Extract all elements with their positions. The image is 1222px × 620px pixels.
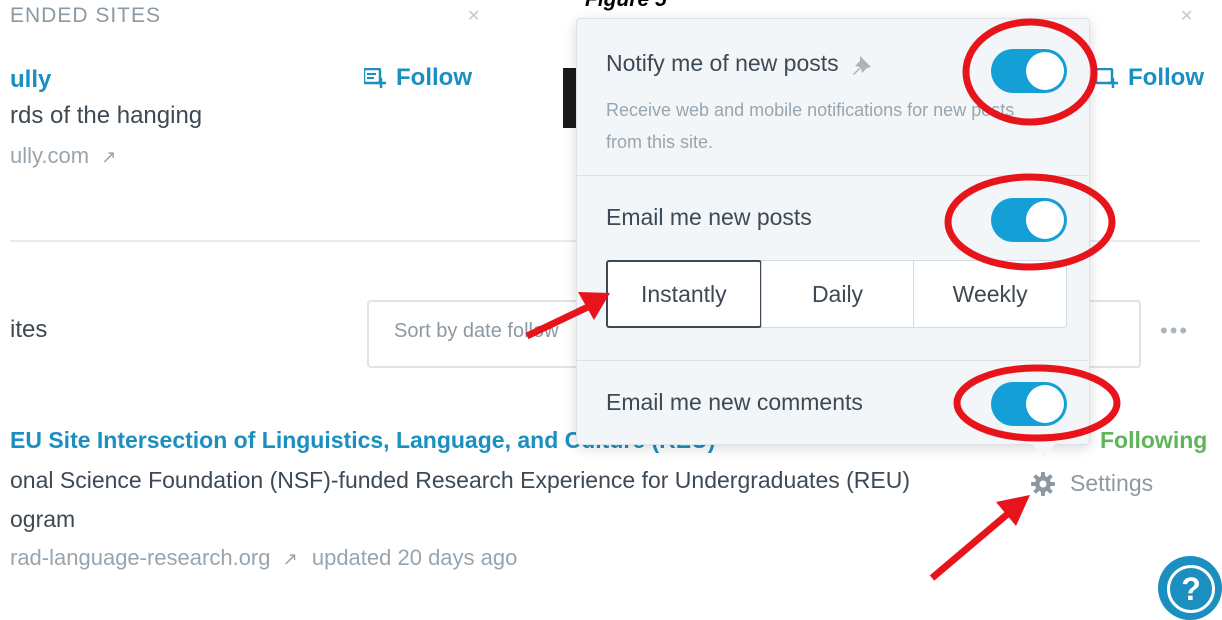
updated-text: updated 20 days ago [311,545,518,570]
popover-divider [577,175,1087,176]
followed-sites-title: ites [10,316,48,343]
external-link-icon: ↗ [101,147,117,167]
popover-divider [577,360,1087,361]
follow-button-label: Follow [396,64,472,91]
toggle-knob [1026,52,1064,90]
frequency-segmented-control: Instantly Daily Weekly [606,260,1067,328]
recommended-sites-heading: ENDED SITES [10,4,162,27]
sort-select-label: Sort by date follow [394,320,559,342]
site-meta: rad-language-research.org ↗ updated 20 d… [10,545,517,571]
notify-description: Receive web and mobile notifications for… [606,100,1015,152]
frequency-daily[interactable]: Daily [760,261,914,327]
site-description-continued: ogram [10,506,76,532]
figure-caption: Figure 5 [585,0,667,12]
recommended-site-url[interactable]: ully.com ↗ [10,143,116,169]
help-icon: ? [1167,565,1215,613]
help-button[interactable]: ? [1158,556,1222,620]
follow-button-label: Follow [1128,64,1204,91]
follow-button[interactable]: Follow [364,64,472,92]
site-description: onal Science Foundation (NSF)-funded Res… [10,467,911,493]
email-posts-label: Email me new posts [606,204,812,230]
toggle-knob [1026,201,1064,239]
follow-icon [1096,68,1118,88]
following-button[interactable]: Following [1100,427,1207,454]
email-comments-toggle[interactable] [991,382,1067,426]
popover-pointer [1030,441,1058,457]
annotation-arrowhead [996,495,1030,526]
email-posts-toggle[interactable] [991,198,1067,242]
frequency-weekly[interactable]: Weekly [913,261,1066,327]
notify-row: Notify me of new posts [606,50,873,77]
site-url-text: ully.com [10,143,90,168]
toggle-knob [1026,385,1064,423]
follow-icon [364,68,386,88]
dismiss-icon[interactable]: ✕ [467,6,480,26]
external-link-icon: ↗ [282,549,298,569]
site-url[interactable]: rad-language-research.org [10,545,271,570]
more-options-icon[interactable]: ••• [1160,318,1189,344]
recommended-site-description: rds of the hanging [10,102,203,129]
pin-icon [853,55,872,75]
frequency-instantly[interactable]: Instantly [606,260,762,328]
recommended-site-name[interactable]: ully [10,66,51,94]
dismiss-icon[interactable]: ✕ [1180,6,1193,26]
annotation-arrow [929,509,1013,581]
settings-button[interactable]: Settings [1030,470,1153,497]
settings-label: Settings [1070,470,1154,496]
email-comments-label: Email me new comments [606,389,863,415]
notify-label: Notify me of new posts [606,50,839,76]
notify-toggle[interactable] [991,49,1067,93]
follow-button[interactable]: Follow [1096,64,1204,92]
gear-icon [1031,471,1055,496]
